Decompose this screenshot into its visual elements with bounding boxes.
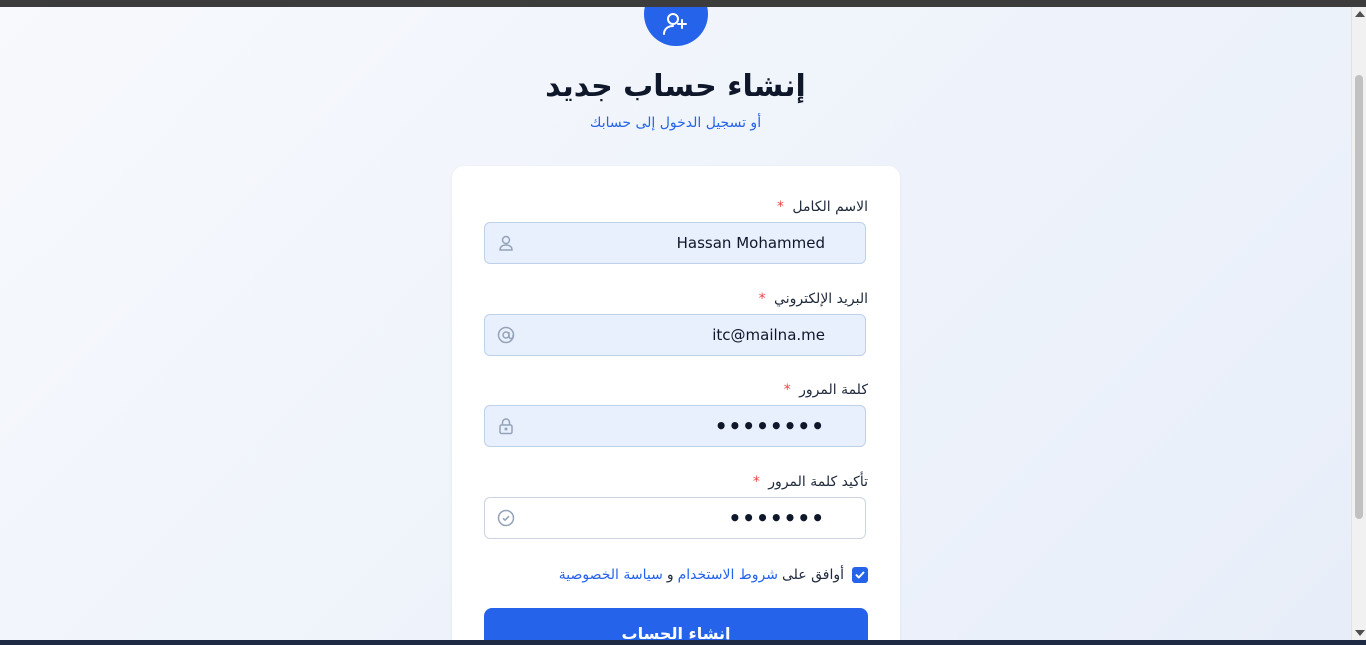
password-input[interactable]: ••••••••	[484, 405, 866, 447]
confirm-password-label-text: تأكيد كلمة المرور	[768, 474, 868, 490]
user-icon	[499, 235, 513, 251]
user-plus-icon	[663, 13, 687, 35]
scroll-down-arrow-icon[interactable]	[1355, 630, 1365, 636]
lock-icon	[499, 418, 513, 435]
page-viewport: إنشاء حساب جديد أو تسجيل الدخول إلى حساب…	[0, 7, 1351, 640]
browser-top-edge	[0, 0, 1366, 7]
email-value: itc@mailna.me	[712, 326, 825, 344]
scroll-up-arrow-icon[interactable]	[1355, 11, 1365, 17]
scrollbar-thumb[interactable]	[1355, 75, 1363, 519]
confirm-password-value: •••••••	[728, 506, 825, 530]
vertical-scrollbar[interactable]	[1351, 7, 1366, 640]
email-label: البريد الإلكتروني *	[759, 291, 868, 307]
full-name-value: Hassan Mohammed	[676, 234, 825, 252]
email-label-text: البريد الإلكتروني	[774, 291, 868, 307]
full-name-label-text: الاسم الكامل	[792, 199, 868, 215]
required-mark: *	[752, 474, 760, 490]
terms-checkbox[interactable]	[852, 567, 868, 583]
terms-agreement: أوافق على شروط الاستخدام و سياسة الخصوصي…	[555, 565, 868, 585]
confirm-password-input[interactable]: •••••••	[484, 497, 866, 539]
add-user-badge	[644, 7, 708, 46]
signup-card: الاسم الكامل * Hassan Mohammed البريد ال…	[452, 166, 900, 640]
terms-conjunction: و	[666, 567, 674, 583]
email-input[interactable]: itc@mailna.me	[484, 314, 866, 356]
privacy-policy-link[interactable]: سياسة الخصوصية	[559, 567, 663, 583]
at-sign-icon	[497, 326, 515, 344]
password-value: ••••••••	[714, 414, 825, 438]
check-circle-icon	[497, 509, 515, 527]
terms-prefix: أوافق على	[781, 567, 844, 583]
login-link[interactable]: أو تسجيل الدخول إلى حسابك	[0, 115, 1351, 131]
checkmark-icon	[855, 571, 865, 579]
create-account-button[interactable]: إنشاء الحساب	[484, 608, 868, 640]
password-label-text: كلمة المرور	[799, 382, 868, 398]
required-mark: *	[783, 382, 791, 398]
page-title: إنشاء حساب جديد	[545, 69, 806, 104]
full-name-input[interactable]: Hassan Mohammed	[484, 222, 866, 264]
terms-of-use-link[interactable]: شروط الاستخدام	[678, 567, 778, 583]
confirm-password-label: تأكيد كلمة المرور *	[753, 474, 868, 490]
browser-window: إنشاء حساب جديد أو تسجيل الدخول إلى حساب…	[0, 0, 1366, 645]
required-mark: *	[758, 291, 766, 307]
password-label: كلمة المرور *	[784, 382, 868, 398]
full-name-label: الاسم الكامل *	[777, 199, 868, 215]
browser-bottom-edge	[0, 640, 1366, 645]
required-mark: *	[776, 199, 784, 215]
